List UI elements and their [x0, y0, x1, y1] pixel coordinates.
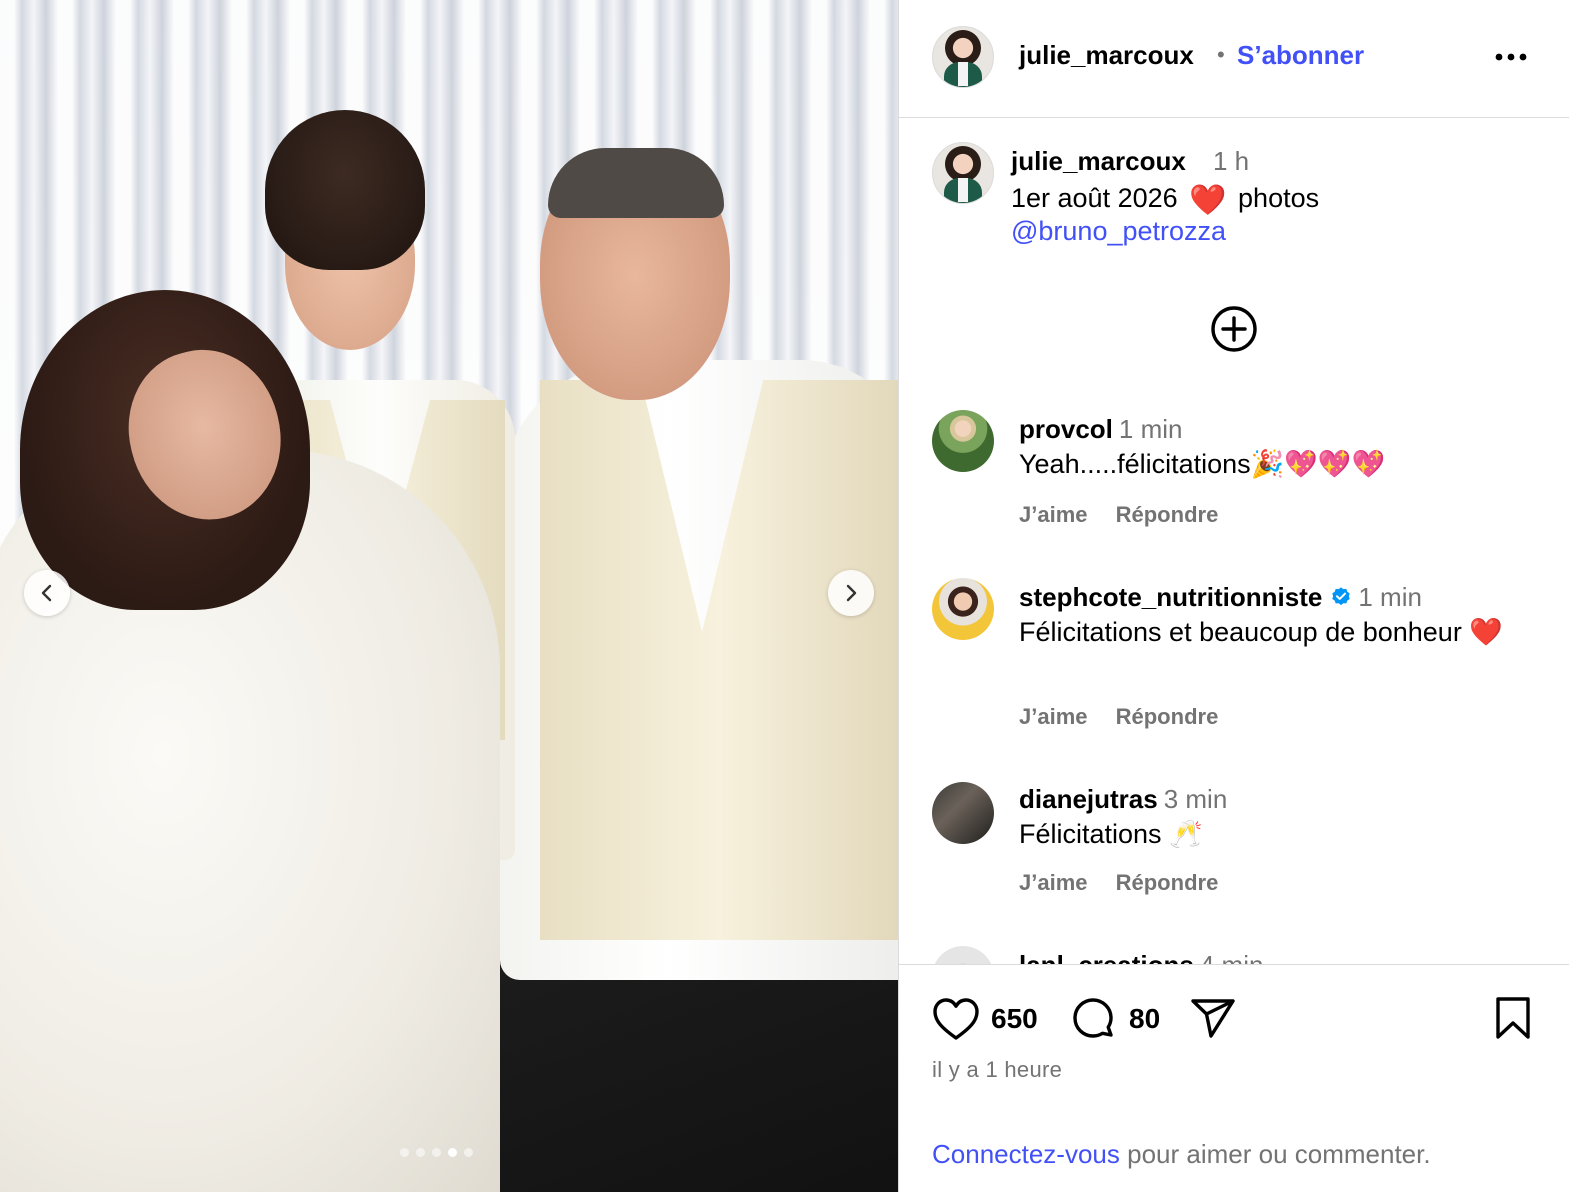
caption-text-start: 1er août 2026 — [1011, 183, 1178, 213]
chevron-right-icon — [846, 584, 857, 602]
header-separator: • — [1217, 42, 1225, 67]
carousel-dot — [400, 1148, 409, 1157]
comment-count[interactable]: 80 — [1129, 1003, 1160, 1035]
follow-button[interactable]: S’abonner — [1237, 40, 1364, 71]
more-horizontal-icon — [1495, 53, 1527, 61]
comment-header: dianejutras 3 min — [1019, 784, 1227, 815]
comment-actions: J’aime Répondre — [1019, 502, 1240, 528]
previous-photo-button[interactable] — [24, 570, 70, 616]
commenter-username[interactable]: stephcote_nutritionniste — [1019, 582, 1322, 612]
comment-actions: J’aime Répondre — [1019, 704, 1240, 730]
carousel-dot — [464, 1148, 473, 1157]
share-icon[interactable] — [1189, 997, 1237, 1041]
post-photo[interactable] — [0, 0, 898, 1192]
carousel-dot — [416, 1148, 425, 1157]
red-heart-emoji: ❤️ — [1189, 184, 1227, 217]
commenter-username[interactable]: provcol — [1019, 414, 1113, 444]
comment-like-button[interactable]: J’aime — [1019, 704, 1088, 729]
comment-timestamp: 3 min — [1163, 784, 1228, 814]
next-photo-button[interactable] — [828, 570, 874, 616]
comment-timestamp: 1 min — [1118, 414, 1183, 444]
caption-mention-link[interactable]: @bruno_petrozza — [1011, 216, 1226, 247]
caption-timestamp: 1 h — [1213, 146, 1250, 176]
carousel-indicator — [400, 1148, 473, 1157]
comment-reply-button[interactable]: Répondre — [1116, 502, 1219, 527]
login-link[interactable]: Connectez-vous — [932, 1139, 1120, 1169]
heart-icon[interactable] — [932, 997, 980, 1041]
comment-timestamp: 1 min — [1358, 582, 1422, 612]
chevron-left-icon — [41, 584, 52, 602]
comment-text: Félicitations et beaucoup de bonheur ❤️ — [1019, 617, 1503, 647]
comment-reply-button[interactable]: Répondre — [1116, 704, 1219, 729]
commenter-username[interactable]: dianejutras — [1019, 784, 1158, 814]
verified-badge-icon — [1332, 587, 1351, 605]
carousel-dot-active — [448, 1148, 457, 1157]
caption-text-end: photos — [1238, 183, 1320, 213]
boy-hair — [265, 110, 425, 270]
man-hair — [548, 148, 724, 218]
post-header: julie_marcoux • S’abonner — [899, 0, 1569, 118]
comment-like-button[interactable]: J’aime — [1019, 502, 1088, 527]
author-username[interactable]: julie_marcoux — [1019, 40, 1194, 71]
post-actions: 650 80 il y a 1 heure Connectez-vous pou… — [899, 964, 1569, 1192]
comment-like-button[interactable]: J’aime — [1019, 870, 1088, 895]
plus-circle-icon — [1211, 306, 1257, 352]
comment-icon[interactable] — [1069, 995, 1117, 1043]
comment-header: provcol 1 min — [1019, 414, 1183, 445]
login-prompt-text: pour aimer ou commenter. — [1119, 1139, 1431, 1169]
commenter-avatar[interactable] — [932, 410, 994, 472]
load-more-comments-button[interactable] — [1209, 304, 1259, 354]
commenter-avatar[interactable] — [932, 578, 994, 640]
caption-text: 1er août 2026 ❤️ photos — [1011, 180, 1319, 219]
comment-reply-button[interactable]: Répondre — [1116, 870, 1219, 895]
comment-actions: J’aime Répondre — [1019, 870, 1240, 896]
post-time-ago: il y a 1 heure — [932, 1057, 1063, 1082]
like-count[interactable]: 650 — [991, 1003, 1038, 1035]
commenter-avatar[interactable] — [932, 782, 994, 844]
caption-avatar[interactable] — [932, 142, 994, 204]
comment-text: Félicitations 🥂 — [1019, 819, 1203, 849]
comment-header: stephcote_nutritionniste 1 min — [1019, 582, 1422, 613]
carousel-dot — [432, 1148, 441, 1157]
author-avatar[interactable] — [932, 26, 994, 88]
comment-text: Yeah.....félicitations🎉💖💖💖 — [1019, 449, 1386, 479]
post-sidebar: julie_marcoux • S’abonner julie_marcoux … — [898, 0, 1572, 1192]
caption-username[interactable]: julie_marcoux — [1011, 146, 1186, 177]
login-prompt: Connectez-vous pour aimer ou commenter. — [932, 1139, 1431, 1170]
bookmark-icon[interactable] — [1493, 995, 1533, 1041]
more-options-button[interactable] — [1491, 40, 1531, 74]
